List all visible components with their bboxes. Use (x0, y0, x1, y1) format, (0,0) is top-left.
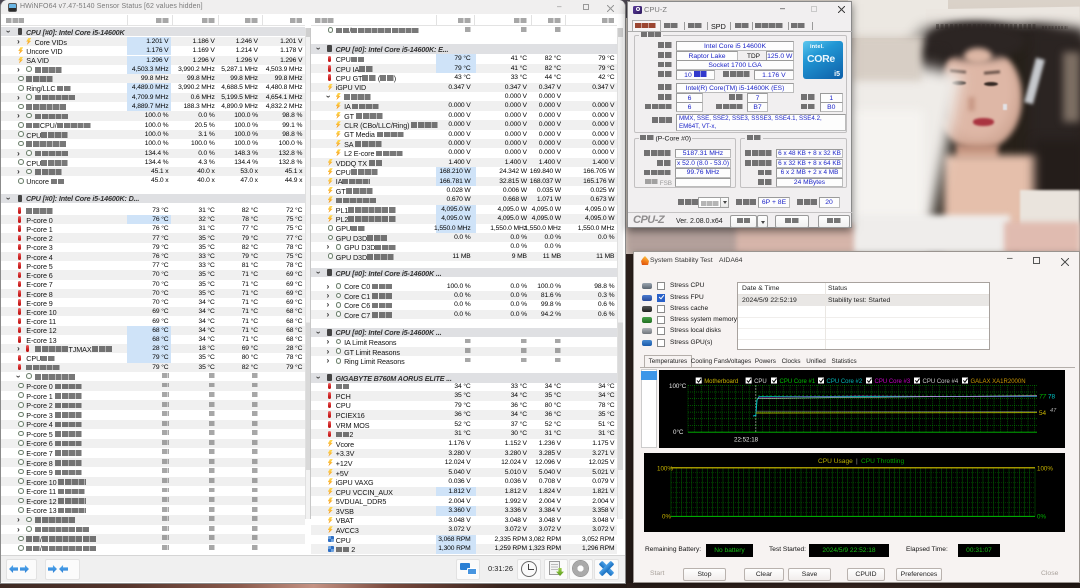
svg-text:0%: 0% (1037, 514, 1046, 521)
svg-text:78: 78 (1048, 394, 1056, 401)
svg-text:22:52:18: 22:52:18 (734, 437, 759, 444)
svg-text:CPU Core #3: CPU Core #3 (875, 379, 911, 385)
svg-text:GALAX XA1R2000N: GALAX XA1R2000N (971, 379, 1026, 385)
svg-text:CPU Usage: CPU Usage (818, 458, 853, 465)
svg-text:CPU Throttling: CPU Throttling (861, 458, 904, 465)
svg-text:77: 77 (1039, 394, 1047, 401)
svg-text:100°C: 100°C (669, 383, 687, 390)
svg-text:0%: 0% (662, 514, 671, 521)
svg-text:47: 47 (1050, 408, 1057, 414)
svg-text:|: | (856, 458, 858, 465)
svg-text:Motherboard: Motherboard (704, 379, 738, 385)
svg-text:CPU: CPU (754, 379, 767, 385)
svg-text:100%: 100% (657, 466, 673, 473)
svg-text:CPU Core #4: CPU Core #4 (923, 379, 959, 385)
svg-text:CPU Core #1: CPU Core #1 (780, 379, 816, 385)
svg-text:0°C: 0°C (673, 429, 684, 436)
svg-text:54: 54 (1039, 410, 1047, 417)
svg-text:CPU Core #2: CPU Core #2 (827, 379, 863, 385)
svg-text:100%: 100% (1037, 466, 1053, 473)
